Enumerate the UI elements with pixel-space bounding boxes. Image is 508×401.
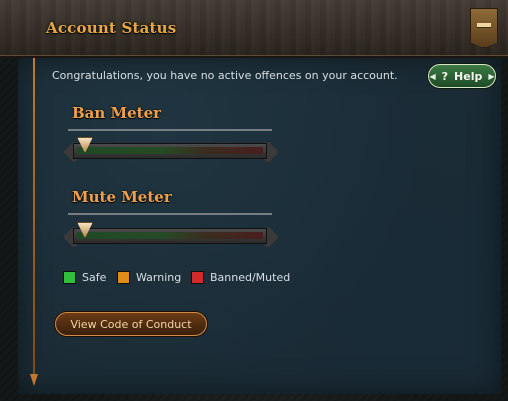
chevron-right-icon: ▶ — [488, 71, 495, 81]
chevron-left-icon: ◀ — [429, 71, 436, 81]
question-icon: ? — [441, 69, 449, 83]
legend-label-safe: Safe — [82, 271, 107, 284]
mute-meter — [63, 222, 279, 248]
legend-safe: Safe — [63, 271, 106, 284]
legend-swatch-safe — [63, 271, 76, 284]
ban-meter — [63, 137, 279, 163]
legend-label-warning: Warning — [136, 271, 182, 284]
meter-gradient — [77, 147, 263, 154]
help-label: Help — [454, 69, 483, 83]
mute-meter-underline — [68, 213, 272, 215]
legend-label-banned: Banned/Muted — [210, 271, 291, 284]
minus-icon — [477, 23, 491, 27]
meter-gradient — [77, 232, 263, 239]
panel-header: Account Status — [0, 0, 508, 58]
help-button[interactable]: ◀ ? Help ▶ — [428, 64, 496, 88]
legend-swatch-warning — [117, 271, 130, 284]
offences-notice: Congratulations, you have no active offe… — [52, 69, 398, 82]
legend-banned: Banned/Muted — [191, 271, 290, 284]
legend-swatch-banned — [191, 271, 204, 284]
panel-divider-line — [33, 58, 35, 378]
legend-warning: Warning — [117, 271, 181, 284]
view-code-of-conduct-button[interactable]: View Code of Conduct — [55, 312, 207, 336]
panel-title: Account Status — [46, 19, 177, 37]
mute-meter-title: Mute Meter — [72, 188, 172, 206]
ban-meter-underline — [68, 129, 272, 131]
ban-meter-title: Ban Meter — [72, 104, 162, 122]
collapse-button[interactable] — [470, 8, 498, 48]
